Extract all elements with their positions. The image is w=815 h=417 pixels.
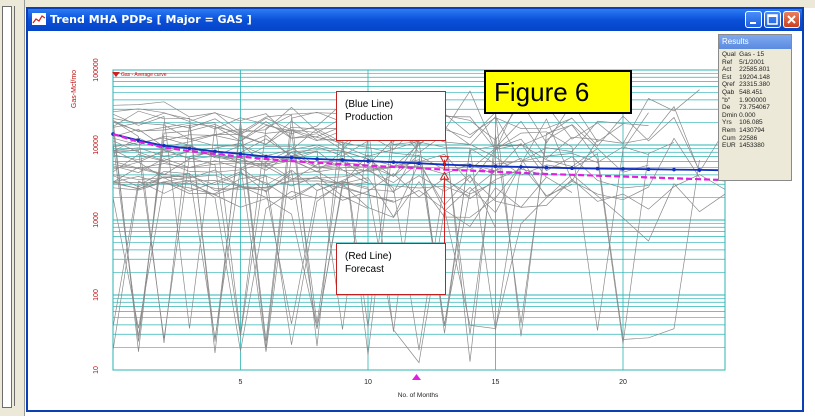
production-point	[391, 160, 396, 164]
results-row: "b" 1.900000	[722, 97, 772, 105]
cursor-marker-icon	[412, 374, 421, 380]
results-key: Qual	[722, 51, 736, 58]
window-title: Trend MHA PDPs [ Major = GAS ]	[50, 13, 252, 26]
production-point	[544, 165, 549, 170]
results-value: 22586	[739, 134, 758, 142]
production-point	[162, 143, 166, 148]
results-key: Rem	[722, 126, 736, 134]
red-line-callout: (Red Line) Forecast	[336, 243, 446, 295]
production-point	[697, 168, 702, 172]
y-tick-label: 100000	[93, 58, 100, 81]
y-axis-label: Gas-Mcf/mo	[71, 70, 78, 108]
production-point	[238, 152, 243, 156]
red-callout-line1: (Red Line)	[345, 251, 392, 262]
red-callout-line2: Forecast	[345, 264, 384, 275]
production-point	[468, 163, 472, 168]
production-point	[340, 158, 345, 162]
results-value: 73.754067	[739, 104, 770, 112]
results-key: Qab	[722, 88, 735, 96]
y-tick-label: 100	[93, 289, 100, 301]
production-point	[595, 166, 600, 171]
production-point	[289, 155, 294, 160]
results-key: Yrs	[722, 119, 732, 127]
results-table: Qual Gas - 15 Ref 5/1/2001 Act 22585.801 Est 19…	[722, 51, 772, 150]
results-key: Dmin	[722, 111, 738, 119]
maximize-button[interactable]	[764, 11, 781, 28]
results-value: Gas - 15	[739, 51, 765, 58]
chart-area: 100000 10000 1000 100 10 Gas-Mcf/mo 5 10 15 20 No.…	[28, 31, 802, 410]
results-value: 0.000	[739, 111, 756, 119]
minimize-button[interactable]	[745, 11, 762, 28]
blue-callout-line1: (Blue Line)	[345, 99, 394, 110]
production-point	[621, 167, 625, 171]
y-tick-label: 1000	[93, 212, 100, 228]
production-point	[417, 161, 421, 166]
production-point	[672, 167, 676, 172]
x-axis-label: No. of Months	[398, 392, 439, 399]
results-key: Cum	[722, 134, 736, 142]
results-value: 1453380	[739, 142, 765, 150]
results-row: EUR 1453380	[722, 142, 772, 150]
production-point	[519, 165, 523, 169]
results-value: 22585.801	[739, 66, 770, 74]
figure-label: Figure 6	[484, 70, 632, 114]
results-row: Yrs 106.085	[722, 119, 772, 127]
x-tick-label: 10	[364, 379, 372, 386]
results-row: Qref 23315.380	[722, 81, 772, 89]
decline-chart: 100000 10000 1000 100 10 Gas-Mcf/mo 5 10 15 20 No.…	[71, 58, 727, 399]
results-key: Ref	[722, 58, 733, 66]
results-key: De	[722, 104, 731, 112]
production-point	[366, 159, 370, 163]
results-row: Rem 1430794	[722, 127, 772, 135]
close-button[interactable]	[783, 11, 800, 28]
blue-callout-line2: Production	[345, 112, 393, 123]
window-titlebar[interactable]: Trend MHA PDPs [ Major = GAS ]	[28, 9, 802, 31]
legend-label: Gas - Average curve	[121, 72, 167, 78]
desktop-left-frame	[0, 0, 25, 416]
results-row: Ref 5/1/2001	[722, 59, 772, 67]
results-title: Results	[719, 35, 791, 49]
x-tick-label: 20	[619, 379, 627, 386]
results-row: Dmin 0.000	[722, 112, 772, 120]
results-value: 548.451	[739, 88, 763, 96]
left-scroll-strip	[2, 6, 12, 408]
x-tick-label: 15	[492, 379, 500, 386]
results-panel: Results Qual Gas - 15 Ref 5/1/2001 Act 22585.…	[718, 34, 792, 181]
y-tick-label: 10	[93, 366, 100, 374]
app-chart-icon	[32, 13, 46, 25]
production-point	[570, 166, 574, 171]
results-key: Est	[722, 73, 732, 81]
results-row: De 73.754067	[722, 104, 772, 112]
results-key: Act	[722, 66, 732, 74]
y-tick-label: 10000	[93, 135, 100, 155]
production-point	[646, 167, 651, 172]
results-key: Qref	[722, 81, 735, 89]
results-row: Qab 548.451	[722, 89, 772, 97]
minimize-icon	[750, 22, 756, 24]
results-row: Act 22585.801	[722, 66, 772, 74]
blue-line-callout: (Blue Line) Production	[336, 91, 446, 141]
results-row: Cum 22586	[722, 135, 772, 143]
production-point	[187, 146, 192, 151]
maximize-icon	[767, 14, 778, 25]
results-value: 1430794	[739, 126, 765, 134]
results-key: EUR	[722, 142, 736, 150]
results-row: Qual Gas - 15	[722, 51, 772, 59]
results-row: Est 19204.148	[722, 74, 772, 82]
results-value: 23315.380	[739, 81, 770, 89]
production-point	[493, 164, 498, 169]
results-value: 106.085	[739, 119, 763, 127]
left-frame-border	[14, 6, 21, 406]
results-value: 1.900000	[739, 96, 767, 104]
results-key: "b"	[722, 96, 731, 104]
results-value: 19204.148	[739, 73, 770, 81]
close-icon	[787, 15, 796, 24]
production-point	[315, 157, 319, 161]
results-value: 5/1/2001	[739, 58, 765, 66]
x-tick-label: 5	[239, 379, 243, 386]
trend-window: Trend MHA PDPs [ Major = GAS ] 100000 100…	[26, 7, 804, 412]
